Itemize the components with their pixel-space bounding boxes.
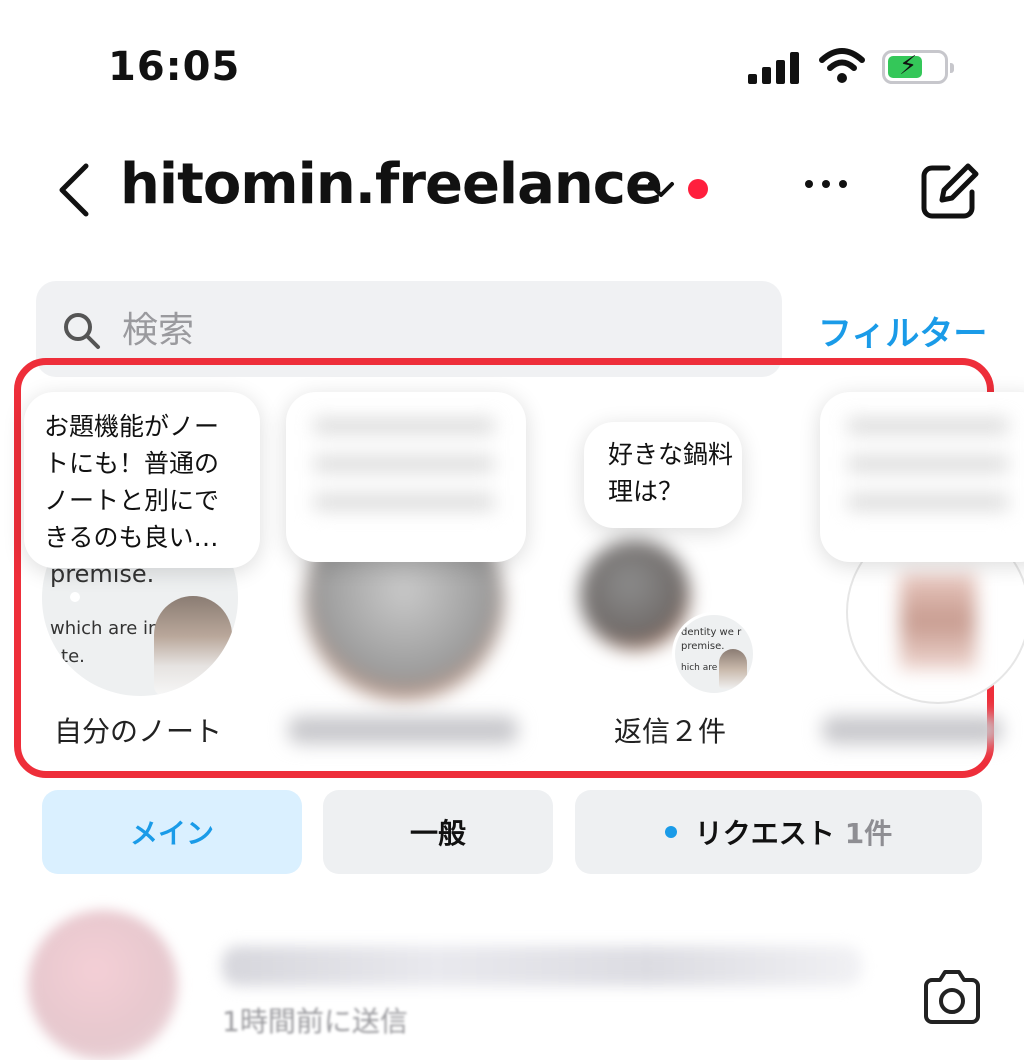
tab-general-label: 一般 <box>409 817 466 850</box>
note-avatar[interactable] <box>580 540 690 650</box>
filter-button[interactable]: フィルター <box>818 306 987 355</box>
tab-requests[interactable]: リクエスト 1件 <box>575 790 982 874</box>
account-username[interactable]: hitomin.freelance <box>120 152 663 217</box>
chevron-down-icon[interactable] <box>646 178 676 202</box>
wifi-icon <box>819 48 865 83</box>
tab-requests-count: 1件 <box>844 817 893 850</box>
tab-general[interactable]: 一般 <box>323 790 553 874</box>
more-options-icon[interactable] <box>802 174 850 194</box>
camera-icon[interactable] <box>920 968 984 1024</box>
note-bubble[interactable]: お題機能がノートにも！普通のノートと別にできるのも良い… <box>24 392 260 568</box>
tab-main-label: メイン <box>129 817 214 850</box>
compose-edit-icon[interactable] <box>918 160 982 220</box>
chat-avatar[interactable] <box>28 910 178 1060</box>
search-icon <box>64 313 100 349</box>
chat-subtitle: 1時間前に送信 <box>222 1005 408 1038</box>
status-time: 16:05 <box>108 44 241 90</box>
back-chevron-icon[interactable] <box>52 160 96 220</box>
note-bubble[interactable] <box>286 392 526 562</box>
note-bubble[interactable] <box>820 392 1024 562</box>
note-text: 好きな鍋料理は？ <box>608 440 734 506</box>
note-label-blurred <box>288 716 518 744</box>
note-label: 自分のノート <box>53 715 222 748</box>
tab-requests-label: リクエスト <box>694 817 835 850</box>
note-label-blurred <box>822 716 1002 744</box>
own-avatar-small: dentity we r premise. hich are insp <box>672 612 756 696</box>
unread-dot <box>664 826 677 838</box>
notification-dot <box>688 179 708 199</box>
cellular-signal-icon <box>748 52 800 84</box>
battery-icon: ⚡ <box>882 50 954 84</box>
note-label: 返信２件 <box>613 715 726 748</box>
note-bubble[interactable]: 好きな鍋料理は？ <box>584 422 742 528</box>
chat-name-blurred[interactable] <box>222 946 862 986</box>
tab-main[interactable]: メイン <box>42 790 302 874</box>
note-text: お題機能がノートにも！普通のノートと別にできるのも良い… <box>44 412 220 552</box>
search-input[interactable] <box>120 303 724 357</box>
